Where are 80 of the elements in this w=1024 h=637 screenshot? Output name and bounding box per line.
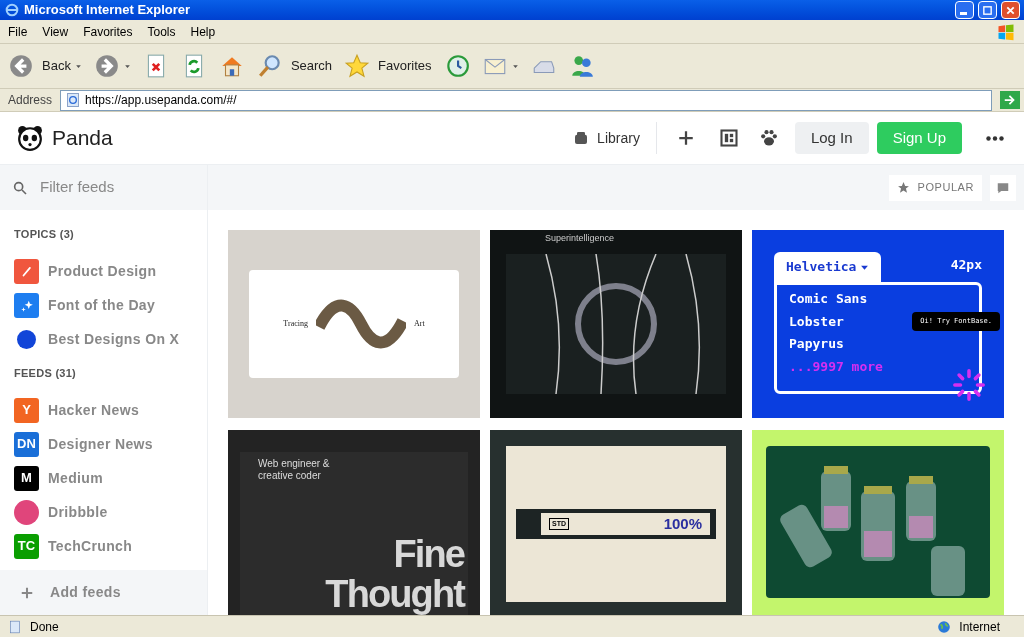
preview-text: Tracing xyxy=(283,318,308,330)
more-fonts-text: ...9997 more xyxy=(789,357,883,376)
headline-text: Thought xyxy=(325,574,464,614)
preview-text: Web engineer & creative coder xyxy=(258,458,331,482)
dropdown-caret-icon xyxy=(511,62,519,70)
arrow-right-icon xyxy=(1003,93,1017,107)
maximize-button[interactable] xyxy=(978,1,997,19)
progress-text: 100% xyxy=(663,513,702,534)
back-button[interactable]: Back xyxy=(8,53,82,79)
sidebar-item[interactable]: Font of the Day xyxy=(14,288,193,323)
comment-button[interactable] xyxy=(990,174,1016,201)
panda-logo-icon xyxy=(16,125,44,151)
feed-logo: TC xyxy=(14,533,39,559)
comment-icon xyxy=(996,180,1010,195)
app-logo-text: Panda xyxy=(52,125,113,152)
zone-text: Internet xyxy=(959,618,1001,636)
filter-input[interactable]: Filter feeds xyxy=(40,176,195,199)
page-icon xyxy=(65,92,82,108)
browser-logo-icon xyxy=(4,2,20,18)
sidebar-item[interactable]: Dribbble xyxy=(14,495,193,529)
filter-field[interactable]: Filter feeds xyxy=(0,165,207,210)
preview-text: Superintelligence xyxy=(545,232,615,245)
dropdown-caret-icon xyxy=(123,62,131,70)
feed-logo: M xyxy=(14,465,39,491)
section-heading: TOPICS (3) xyxy=(14,227,75,242)
menu-item[interactable]: File xyxy=(8,22,28,41)
sidebar-item[interactable]: Product Design xyxy=(14,254,193,289)
preview-text: Art xyxy=(413,318,425,330)
close-icon xyxy=(1005,4,1016,16)
search-icon xyxy=(256,53,283,79)
menu-item[interactable]: Favorites xyxy=(83,22,133,41)
minimize-button[interactable] xyxy=(955,1,974,19)
more-icon xyxy=(986,135,1004,141)
paw-icon xyxy=(758,128,779,148)
sidebar-item[interactable]: Y Hacker News xyxy=(14,393,193,427)
search-icon xyxy=(12,179,28,196)
design-card[interactable]: Web engineer & creative coder Fine Thought xyxy=(228,430,480,615)
star-icon xyxy=(344,53,371,79)
design-card[interactable] xyxy=(752,430,1004,615)
size-label: 42px xyxy=(950,255,982,274)
design-card[interactable]: Tracing Art xyxy=(228,230,480,418)
status-text: Done xyxy=(30,618,60,636)
box-icon xyxy=(573,130,590,146)
globe-icon xyxy=(937,619,952,634)
popular-button[interactable]: POPULAR xyxy=(888,174,982,201)
feed-logo: Y xyxy=(14,397,39,423)
dropdown-caret-icon xyxy=(74,62,82,70)
font-name: Lobster xyxy=(789,312,844,331)
section-heading: FEEDS (31) xyxy=(14,365,78,381)
plus-icon xyxy=(20,585,34,600)
library-button[interactable]: Library xyxy=(573,122,657,154)
font-name: Papyrus xyxy=(789,335,844,353)
layout-icon xyxy=(718,128,739,148)
maximize-icon xyxy=(982,4,993,16)
minimize-icon xyxy=(959,12,967,15)
sidebar-item[interactable]: M Medium xyxy=(14,461,193,495)
address-label: Address xyxy=(8,92,53,109)
favorites-button[interactable]: Favorites xyxy=(344,53,432,79)
window-title: Microsoft Internet Explorer xyxy=(24,1,192,20)
sidebar-item[interactable]: Best Designs On X xyxy=(14,322,193,357)
plus-icon xyxy=(676,129,695,147)
spinner-icon xyxy=(952,368,986,402)
feed-logo: DN xyxy=(14,431,39,457)
menu-item[interactable]: Tools xyxy=(147,22,176,41)
forward-button[interactable] xyxy=(93,53,131,79)
design-card[interactable]: Superintelligence xyxy=(490,230,742,418)
font-name: Comic Sans xyxy=(789,290,868,308)
page-icon xyxy=(8,619,22,634)
sidebar-item[interactable]: DN Designer News xyxy=(14,427,193,461)
sidebar-item[interactable]: TC TechCrunch xyxy=(14,529,193,563)
login-button[interactable]: Log In xyxy=(794,122,869,154)
menu-item[interactable]: View xyxy=(42,22,69,41)
go-button[interactable] xyxy=(1000,91,1020,109)
close-button[interactable] xyxy=(1001,1,1020,19)
menu-item[interactable]: Help xyxy=(190,22,216,41)
search-button[interactable]: Search xyxy=(256,53,333,79)
star-icon xyxy=(896,181,910,194)
font-dropdown[interactable]: Helvetica xyxy=(774,252,882,282)
address-field[interactable]: https://app.usepanda.com/#/ xyxy=(60,89,992,111)
headline-text: Fine xyxy=(393,534,464,574)
